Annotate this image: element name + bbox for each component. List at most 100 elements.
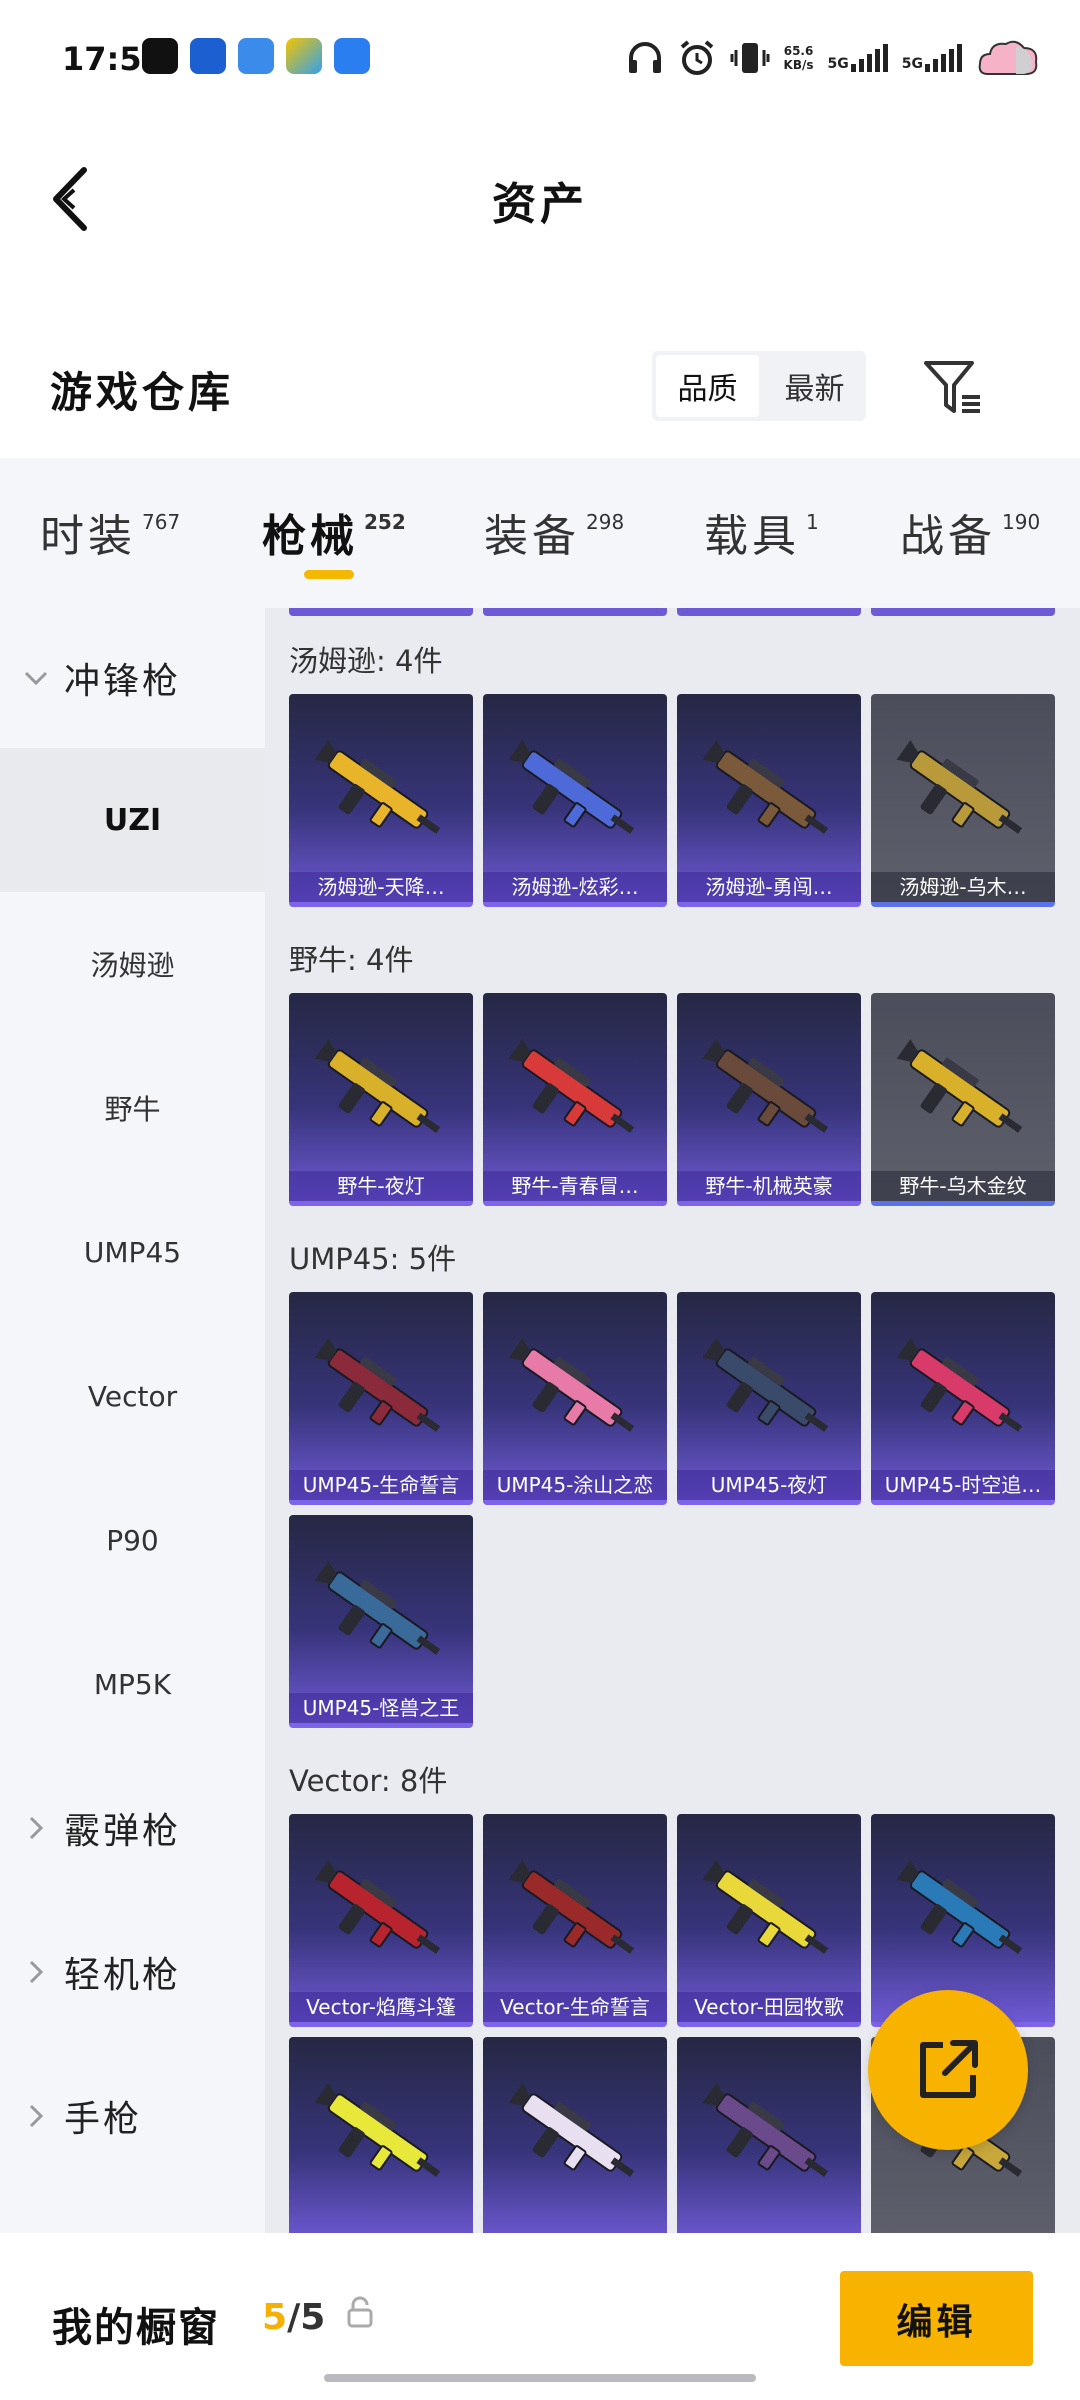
tab-supplies[interactable]: 战备 190 — [900, 500, 1040, 564]
weapon-sidebar: 冲锋枪 UZI 汤姆逊 野牛 UMP45 Vector P90 MP5K 霰弹枪… — [0, 608, 265, 2233]
weapon-card[interactable]: 野牛-机械英豪 — [677, 993, 861, 1206]
weapon-card[interactable] — [483, 2037, 667, 2233]
weapon-card-name: UMP45-夜灯 — [677, 1470, 861, 1500]
warehouse-title: 游戏仓库 — [50, 368, 235, 417]
section-title: Vector: 8件 — [289, 1764, 448, 1798]
notification-icons — [142, 38, 370, 74]
weapon-skin-icon — [702, 1860, 829, 1954]
weapon-card[interactable]: UMP45-时空追… — [871, 1292, 1055, 1505]
bottom-bar: 我的橱窗 5/5 编辑 — [0, 2233, 1080, 2400]
weapon-skin-icon — [508, 740, 635, 834]
weapon-card[interactable]: 野牛-乌木金纹 — [871, 993, 1055, 1206]
weapon-skin-icon — [896, 1860, 1023, 1954]
sidebar-item-thompson[interactable]: 汤姆逊 — [0, 892, 265, 1036]
sidebar-item-ump45[interactable]: UMP45 — [0, 1180, 265, 1324]
weapon-skin-icon — [314, 2083, 441, 2177]
sidebar-group-pistol[interactable]: 手枪 — [0, 2046, 265, 2186]
weapon-card[interactable]: Vector-焰鹰斗篷 — [289, 1814, 473, 2027]
card-stub — [677, 608, 861, 616]
app-blue-icon — [238, 38, 274, 74]
weapon-skin-icon — [702, 1338, 829, 1432]
tab-vehicles[interactable]: 载具 1 — [704, 500, 819, 564]
tab-gear[interactable]: 装备 298 — [484, 500, 624, 564]
sidebar-item-vector[interactable]: Vector — [0, 1324, 265, 1468]
app-bot-icon — [190, 38, 226, 74]
sidebar-group-lmg[interactable]: 轻机枪 — [0, 1902, 265, 2042]
showcase-label: 我的橱窗 — [52, 2305, 220, 2351]
sidebar-group-smg[interactable]: 冲锋枪 — [0, 608, 265, 748]
weapon-skin-icon — [896, 1338, 1023, 1432]
tab-fashion[interactable]: 时装 767 — [40, 500, 180, 564]
tiktok-icon — [142, 38, 178, 74]
app-radio-icon — [334, 38, 370, 74]
weapon-skin-icon — [314, 1561, 441, 1655]
active-tab-indicator — [304, 570, 354, 579]
weapon-card-name: 汤姆逊-勇闯… — [677, 872, 861, 902]
weapon-card-name: UMP45-涂山之恋 — [483, 1470, 667, 1500]
sort-newest-button[interactable]: 最新 — [763, 351, 866, 421]
section-title: 汤姆逊: 4件 — [289, 644, 443, 678]
weapon-card-name: 汤姆逊-天降… — [289, 872, 473, 902]
lock-icon — [347, 2296, 373, 2328]
weapon-card[interactable]: 汤姆逊-炫彩… — [483, 694, 667, 907]
card-stub — [289, 608, 473, 616]
weapon-skin-icon — [508, 1039, 635, 1133]
weapon-card[interactable]: UMP45-生命誓言 — [289, 1292, 473, 1505]
weapon-skin-icon — [508, 1860, 635, 1954]
chevron-right-icon — [29, 2104, 44, 2128]
sort-quality-button[interactable]: 品质 — [656, 355, 759, 417]
showcase-count: 5/5 — [262, 2297, 326, 2338]
app-color-icon — [286, 38, 322, 74]
weapon-card-name: 野牛-青春冒… — [483, 1171, 667, 1201]
share-button[interactable] — [868, 1990, 1028, 2150]
chevron-right-icon — [29, 1816, 44, 1840]
filter-icon[interactable] — [922, 357, 984, 419]
weapon-skin-icon — [702, 2083, 829, 2177]
edit-button[interactable]: 编辑 — [840, 2271, 1033, 2366]
weapon-grid: 汤姆逊-天降… 汤姆逊-炫彩… 汤姆逊-勇闯… 汤姆逊-乌木… — [289, 694, 1065, 907]
headphones-icon — [628, 42, 661, 73]
sidebar-item-p90[interactable]: P90 — [0, 1468, 265, 1612]
weapon-card[interactable]: 汤姆逊-天降… — [289, 694, 473, 907]
weapon-card[interactable]: UMP45-涂山之恋 — [483, 1292, 667, 1505]
weapon-card[interactable]: Vector-田园牧歌 — [677, 1814, 861, 2027]
network-speed: 65.6 KB/s — [783, 44, 814, 72]
sidebar-group-shotgun[interactable]: 霰弹枪 — [0, 1758, 265, 1898]
vibrate-icon — [730, 43, 770, 73]
top-nav: 资产 — [0, 140, 1080, 260]
chevron-down-icon — [24, 671, 48, 686]
weapon-grid-area[interactable]: 汤姆逊: 4件汤姆逊-天降… 汤姆逊-炫彩… 汤姆逊-勇闯… 汤姆逊-乌木… 野牛: 4… — [265, 608, 1080, 2233]
weapon-card-name: UMP45-怪兽之王 — [289, 1693, 473, 1723]
weapon-card[interactable]: Vector-生命誓言 — [483, 1814, 667, 2027]
weapon-card-name: Vector-焰鹰斗篷 — [289, 1992, 473, 2022]
weapon-card[interactable]: 汤姆逊-勇闯… — [677, 694, 861, 907]
sidebar-item-mp5k[interactable]: MP5K — [0, 1612, 265, 1756]
weapon-skin-icon — [314, 1039, 441, 1133]
sort-toggle: 品质 最新 — [652, 351, 866, 421]
share-external-icon — [920, 2040, 978, 2098]
tab-guns[interactable]: 枪械 252 — [262, 500, 406, 564]
chevron-right-icon — [29, 1960, 44, 1984]
weapon-card-name: 汤姆逊-炫彩… — [483, 872, 667, 902]
weapon-skin-icon — [508, 1338, 635, 1432]
weapon-card[interactable]: 野牛-青春冒… — [483, 993, 667, 1206]
weapon-card[interactable] — [677, 2037, 861, 2233]
weapon-skin-icon — [702, 740, 829, 834]
weapon-card[interactable]: UMP45-怪兽之王 — [289, 1515, 473, 1728]
weapon-card-name: UMP45-生命誓言 — [289, 1470, 473, 1500]
weapon-card[interactable]: UMP45-夜灯 — [677, 1292, 861, 1505]
section-title: 野牛: 4件 — [289, 943, 414, 977]
signal-sim2: 5G — [902, 44, 962, 72]
weapon-card-name: Vector-田园牧歌 — [677, 1992, 861, 2022]
weapon-skin-icon — [896, 740, 1023, 834]
weapon-card[interactable] — [289, 2037, 473, 2233]
weapon-skin-icon — [702, 1039, 829, 1133]
sidebar-item-bizon[interactable]: 野牛 — [0, 1036, 265, 1180]
home-indicator[interactable] — [324, 2374, 756, 2382]
weapon-card[interactable]: 野牛-夜灯 — [289, 993, 473, 1206]
sidebar-item-uzi[interactable]: UZI — [0, 748, 265, 892]
weapon-card[interactable]: 汤姆逊-乌木… — [871, 694, 1055, 907]
weapon-card-name: UMP45-时空追… — [871, 1470, 1055, 1500]
page-title: 资产 — [492, 179, 588, 230]
weapon-grid: 野牛-夜灯 野牛-青春冒… 野牛-机械英豪 野牛-乌木金纹 — [289, 993, 1065, 1206]
